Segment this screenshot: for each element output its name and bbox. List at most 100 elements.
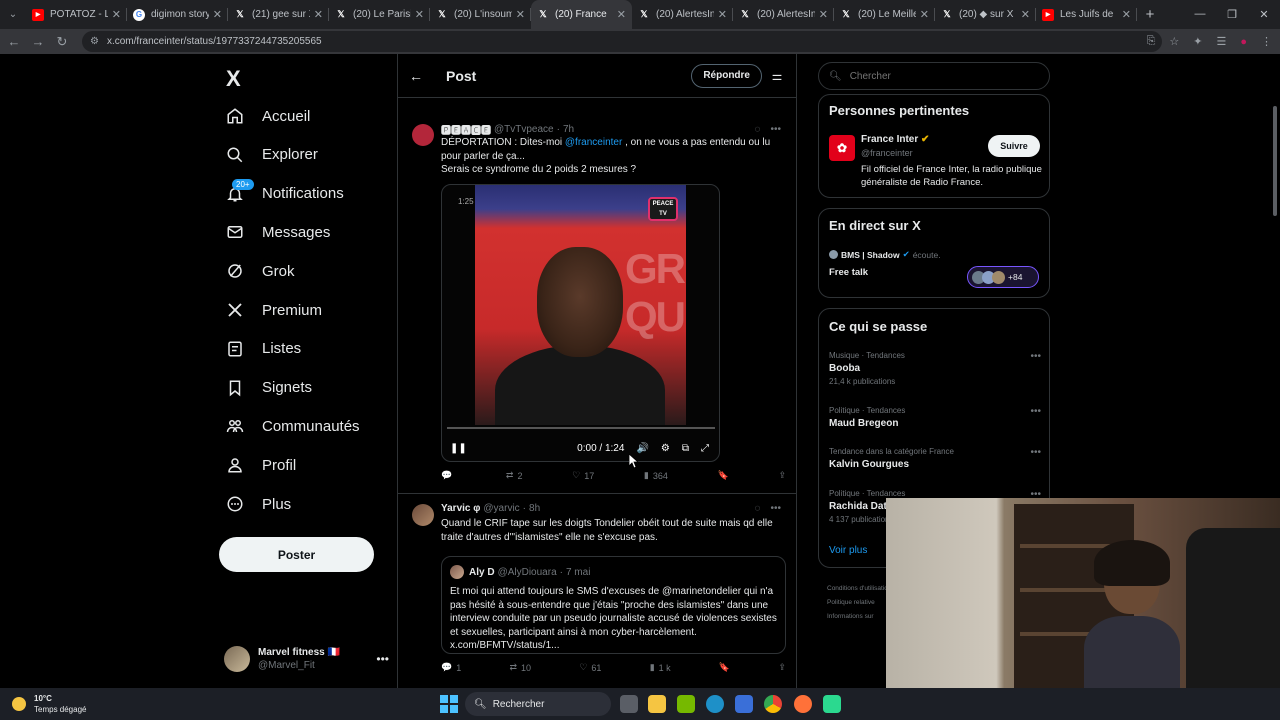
browser-tab[interactable]: 𝕏 (20) AlertesInfos ✕	[632, 0, 733, 29]
quoted-tweet[interactable]: Aly D @AlyDiouara · 7 mai Et moi qui att…	[441, 556, 786, 654]
forward-arrow-icon[interactable]: →	[26, 34, 50, 49]
reload-icon[interactable]: ↻	[50, 34, 74, 50]
reading-list-icon[interactable]: ☰	[1216, 35, 1226, 48]
tweet-more-icon[interactable]: •••	[770, 503, 781, 514]
nav-item-notifications[interactable]: 20+ Notifications	[226, 178, 344, 209]
browser-tab[interactable]: 𝕏 (21) gee sur X ✕	[228, 0, 329, 29]
relevant-handle[interactable]: @franceinter	[861, 148, 913, 158]
tweet-author-handle[interactable]: @yarvic	[483, 503, 519, 514]
fullscreen-icon[interactable]: ⤢	[701, 443, 709, 454]
like-action[interactable]: ♡ 17	[572, 470, 594, 481]
mention-link[interactable]: @franceinter	[565, 137, 622, 148]
trend-more-icon[interactable]: •••	[1030, 406, 1041, 417]
bookmark-star-icon[interactable]: ☆	[1169, 35, 1179, 48]
nav-item-signets[interactable]: Signets	[226, 373, 312, 403]
repost-action[interactable]: ⇄ 10	[510, 662, 532, 673]
browser-menu-icon[interactable]: ⋮	[1261, 35, 1272, 48]
windows-start-icon[interactable]	[440, 695, 458, 713]
post-button[interactable]: Poster	[219, 537, 374, 572]
file-explorer-icon[interactable]	[648, 695, 666, 713]
nav-item-profil[interactable]: Profil	[226, 450, 296, 480]
site-info-icon[interactable]: ⚙	[90, 36, 99, 47]
browser-tab[interactable]: 𝕏 (20) Le Parisien ✕	[329, 0, 430, 29]
tweet-time[interactable]: 8h	[529, 503, 540, 514]
tweet[interactable]: 🅿🅴🅰🅲🅴 @TvTvpeace · 7h ◌ ••• DÉPORTATION …	[398, 112, 796, 494]
tweet-time[interactable]: 7h	[563, 124, 574, 135]
store-icon[interactable]	[735, 695, 753, 713]
tab-search-icon[interactable]: ⌄	[0, 0, 26, 29]
extensions-icon[interactable]: ✦	[1193, 35, 1202, 48]
filter-icon[interactable]: ⚌	[762, 69, 792, 83]
picture-in-picture-icon[interactable]: ⧉	[682, 443, 689, 454]
share-action[interactable]: ⇪	[778, 470, 786, 481]
like-action[interactable]: ♡ 61	[579, 662, 601, 673]
nav-item-plus[interactable]: Plus	[226, 489, 291, 519]
tab-close-icon[interactable]: ✕	[920, 8, 929, 21]
chrome-icon[interactable]	[764, 695, 782, 713]
live-listeners[interactable]: +84	[967, 266, 1039, 288]
x-logo[interactable]: X	[226, 66, 241, 92]
taskbar-search[interactable]: 🔍︎ Rechercher	[465, 692, 611, 716]
new-tab-button[interactable]: +	[1137, 6, 1163, 23]
tab-close-icon[interactable]: ✕	[415, 8, 424, 21]
tweet-author-name[interactable]: 🅿🅴🅰🅲🅴	[441, 122, 491, 137]
browser-tab[interactable]: 𝕏 (20) Le Meilleur ✕	[834, 0, 935, 29]
search-box[interactable]: 🔍︎	[818, 62, 1050, 90]
settings-gear-icon[interactable]: ⚙	[661, 443, 670, 454]
trend-item[interactable]: Tendance dans la catégorie France Kalvin …	[829, 447, 1041, 470]
account-more-icon[interactable]: •••	[376, 652, 389, 666]
see-more-link[interactable]: Voir plus	[829, 545, 867, 556]
footer-link[interactable]: Conditions d'utilisation	[827, 582, 891, 596]
nav-item-accueil[interactable]: Accueil	[226, 101, 310, 131]
close-window-icon[interactable]: ✕	[1248, 8, 1280, 21]
grok-icon[interactable]: ◌	[755, 124, 761, 135]
repost-action[interactable]: ⇄ 2	[506, 470, 523, 481]
trend-more-icon[interactable]: •••	[1030, 351, 1041, 362]
nav-item-communautes[interactable]: Communautés	[226, 411, 360, 441]
nav-item-messages[interactable]: Messages	[226, 217, 330, 247]
reply-button[interactable]: Répondre	[691, 63, 762, 88]
tab-close-icon[interactable]: ✕	[112, 8, 121, 21]
france-inter-logo[interactable]: ✿	[829, 135, 855, 161]
search-input[interactable]	[849, 70, 1020, 82]
tab-close-icon[interactable]: ✕	[1021, 8, 1030, 21]
trend-more-icon[interactable]: •••	[1030, 447, 1041, 458]
tab-close-icon[interactable]: ✕	[314, 8, 323, 21]
app-icon[interactable]	[823, 695, 841, 713]
volume-icon[interactable]: 🔊	[636, 443, 648, 454]
reply-action[interactable]: 💬 1	[441, 662, 461, 673]
nav-item-grok[interactable]: Grok	[226, 256, 295, 286]
back-arrow-icon[interactable]: ←	[398, 68, 434, 84]
maximize-icon[interactable]: ❐	[1216, 8, 1248, 21]
weather-widget[interactable]: 10°C Temps dégagé	[12, 693, 86, 715]
tweet-author-handle[interactable]: @TvTvpeace	[494, 124, 554, 135]
reply-action[interactable]: 💬	[441, 470, 456, 481]
nvidia-icon[interactable]	[677, 695, 695, 713]
browser-tab[interactable]: 𝕏 (20) L'insoumis ✕	[430, 0, 531, 29]
live-host[interactable]: BMS | Shadow ✔ écoute.	[829, 249, 941, 260]
tab-close-icon[interactable]: ✕	[213, 8, 222, 21]
footer-link[interactable]: Informations sur	[827, 610, 891, 624]
minimize-icon[interactable]: —	[1184, 8, 1216, 21]
tab-close-icon[interactable]: ✕	[718, 8, 727, 21]
video-progress-bar[interactable]	[447, 427, 715, 429]
bookmark-action[interactable]: 🔖	[718, 470, 729, 481]
account-switcher[interactable]: Marvel fitness 🇫🇷 @Marvel_Fit •••	[224, 642, 389, 676]
firefox-icon[interactable]	[794, 695, 812, 713]
trend-item[interactable]: Musique · Tendances Booba 21,4 k publicati…	[829, 351, 1041, 386]
tab-close-icon[interactable]: ✕	[516, 8, 525, 21]
address-bar[interactable]: ⚙ x.com/franceinter/status/1977337244735…	[82, 31, 1162, 52]
video-player[interactable]: GRE QUE PEACE TV 1:25 ❚❚ 0:00 / 1:24 🔊 ⚙…	[441, 184, 720, 462]
task-view-icon[interactable]	[620, 695, 638, 713]
footer-link[interactable]: Politique relative	[827, 596, 891, 610]
tab-close-icon[interactable]: ✕	[1122, 8, 1131, 21]
back-arrow-icon[interactable]: ←	[2, 34, 26, 49]
tweet[interactable]: Yarvic φ @yarvic · 8h ◌ ••• Quand le CRI…	[398, 494, 796, 688]
follow-button[interactable]: Suivre	[988, 135, 1040, 157]
browser-tab[interactable]: 𝕏 (20) ◆ sur X ✕	[935, 0, 1036, 29]
profile-icon[interactable]: ●	[1240, 36, 1247, 48]
views-action[interactable]: ▮ 1 k	[650, 662, 671, 673]
nav-item-listes[interactable]: Listes	[226, 334, 301, 364]
nav-item-premium[interactable]: Premium	[226, 295, 322, 325]
tweet-author-name[interactable]: Yarvic φ	[441, 503, 480, 514]
